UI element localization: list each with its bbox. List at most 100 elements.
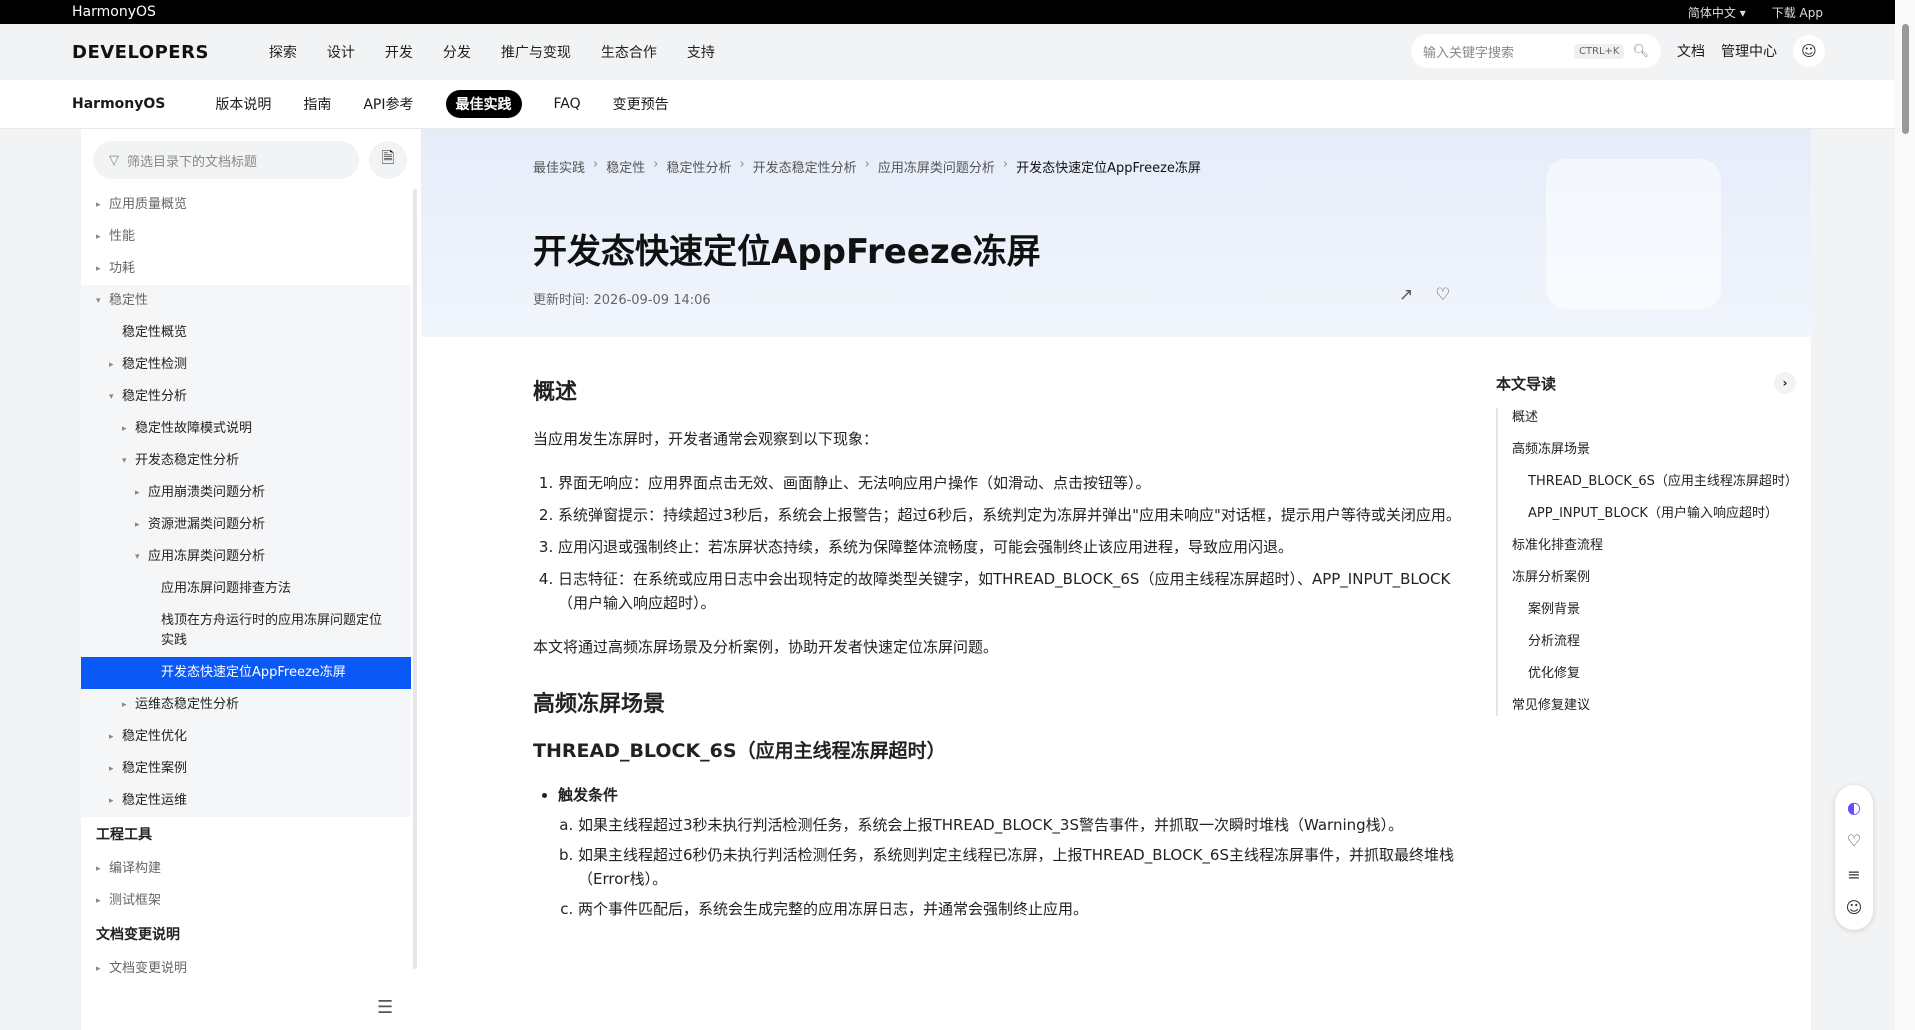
- sidebar-item[interactable]: ▸ 编译构建: [81, 853, 411, 885]
- nav-support[interactable]: 支持: [687, 42, 715, 62]
- nav-distribute[interactable]: 分发: [443, 42, 471, 62]
- breadcrumb-item[interactable]: 应用冻屏类问题分析: [878, 157, 995, 176]
- sidebar-item[interactable]: ▸ 文档变更说明: [81, 953, 411, 985]
- toc-item[interactable]: APP_INPUT_BLOCK（用户输入响应超时）: [1512, 504, 1796, 524]
- sidebar-item[interactable]: ▸ 资源泄漏类问题分析: [81, 509, 411, 541]
- sidebar-section-title[interactable]: 工程工具: [81, 817, 411, 853]
- sidebar-item[interactable]: 开发态快速定位AppFreeze冻屏: [81, 657, 411, 689]
- breadcrumb-item[interactable]: 稳定性分析: [666, 157, 731, 176]
- nav-design[interactable]: 设计: [327, 42, 355, 62]
- share-icon[interactable]: ↗: [1399, 285, 1413, 305]
- feedback-icon[interactable]: ♡: [1847, 831, 1861, 850]
- tab-api-reference[interactable]: API参考: [363, 94, 413, 114]
- toc-item[interactable]: 常见修复建议: [1512, 696, 1796, 716]
- docs-link[interactable]: 文档: [1677, 41, 1705, 61]
- sidebar-item[interactable]: ▸ 稳定性检测: [81, 349, 411, 381]
- toc-item[interactable]: 概述: [1512, 408, 1796, 428]
- download-app-link[interactable]: 下载 App: [1772, 4, 1823, 21]
- sidebar-item[interactable]: ▸ 应用质量概览: [81, 189, 411, 221]
- sidebar-item[interactable]: ▾ 稳定性分析: [81, 381, 411, 413]
- toc-item[interactable]: 高频冻屏场景: [1512, 440, 1796, 460]
- developers-logo[interactable]: DEVELOPERS: [72, 42, 209, 63]
- subnav-brand[interactable]: HarmonyOS: [72, 96, 165, 112]
- sidebar-item[interactable]: ▾ 稳定性: [81, 285, 411, 317]
- sidebar-item[interactable]: ▸ 稳定性优化: [81, 721, 411, 753]
- layers-icon[interactable]: ≡: [1847, 865, 1860, 884]
- sidebar-item[interactable]: ▸ 稳定性故障模式说明: [81, 413, 411, 445]
- sidebar-item[interactable]: ▸ 功耗: [81, 253, 411, 285]
- breadcrumb-item[interactable]: 开发态稳定性分析: [753, 157, 857, 176]
- ai-assistant-icon[interactable]: ◐: [1847, 798, 1861, 817]
- sidebar-filter-input[interactable]: ▽ 筛选目录下的文档标题: [93, 141, 359, 179]
- chevron-down-icon[interactable]: ▾: [96, 285, 101, 317]
- tab-change-notice[interactable]: 变更预告: [613, 94, 669, 114]
- chevron-down-icon[interactable]: ▾: [135, 541, 140, 573]
- nav-develop[interactable]: 开发: [385, 42, 413, 62]
- chevron-down-icon[interactable]: ▾: [122, 445, 127, 477]
- sidebar-scrollbar[interactable]: [413, 189, 417, 969]
- tab-release-notes[interactable]: 版本说明: [215, 94, 271, 114]
- smile-icon[interactable]: ☺: [1846, 898, 1863, 917]
- list-item: 界面无响应：应用界面点击无效、画面静止、无法响应用户操作（如滑动、点击按钮等）。: [558, 471, 1473, 495]
- toc-item[interactable]: 分析流程: [1512, 632, 1796, 652]
- chevron-right-icon[interactable]: ›: [1774, 372, 1796, 394]
- sidebar-item[interactable]: 稳定性概览: [81, 317, 411, 349]
- chevron-right-icon[interactable]: ▸: [96, 221, 101, 253]
- chevron-down-icon[interactable]: ▾: [109, 381, 114, 413]
- tab-guide[interactable]: 指南: [303, 94, 331, 114]
- search-icon[interactable]: 🔍︎: [1632, 44, 1649, 59]
- sidebar-item[interactable]: ▸ 运维态稳定性分析: [81, 689, 411, 721]
- document-icon[interactable]: 🗎: [369, 141, 407, 179]
- chevron-right-icon[interactable]: ▸: [122, 689, 127, 721]
- console-link[interactable]: 管理中心: [1721, 41, 1777, 61]
- tab-faq[interactable]: FAQ: [554, 96, 581, 112]
- sidebar-item[interactable]: ▾ 应用冻屏类问题分析: [81, 541, 411, 573]
- sidebar-item[interactable]: ▸ 稳定性运维: [81, 785, 411, 817]
- chevron-right-icon[interactable]: ▸: [109, 721, 114, 753]
- chevron-right-icon[interactable]: ▸: [96, 253, 101, 285]
- chevron-right-icon[interactable]: ▸: [109, 785, 114, 817]
- breadcrumb: 最佳实践 › 稳定性 › 稳定性分析 › 开发态稳定性分析 › 应用冻屏类问题分析 › 开…: [533, 157, 1201, 176]
- sidebar-item[interactable]: ▾ 开发态稳定性分析: [81, 445, 411, 477]
- chevron-right-icon[interactable]: ▸: [96, 885, 101, 917]
- toc-item[interactable]: 案例背景: [1512, 600, 1796, 620]
- tab-best-practices[interactable]: 最佳实践: [445, 90, 522, 118]
- sidebar-item[interactable]: ▸ 稳定性案例: [81, 753, 411, 785]
- toc-item[interactable]: THREAD_BLOCK_6S（应用主线程冻屏超时）: [1512, 472, 1798, 492]
- chevron-right-icon[interactable]: ▸: [96, 953, 101, 985]
- nav-explore[interactable]: 探索: [269, 42, 297, 62]
- sidebar-item[interactable]: 应用冻屏问题排查方法: [81, 573, 411, 605]
- topbar-brand[interactable]: HarmonyOS: [72, 4, 156, 20]
- toc-item[interactable]: 优化修复: [1512, 664, 1796, 684]
- chevron-right-icon[interactable]: ▸: [135, 477, 140, 509]
- language-selector[interactable]: 简体中文 ▾: [1688, 4, 1746, 21]
- page-scrollbar[interactable]: [1895, 0, 1915, 1030]
- chevron-right-icon[interactable]: ▸: [109, 753, 114, 785]
- search-input[interactable]: 输入关键字搜索 CTRL+K 🔍︎: [1411, 34, 1661, 68]
- toc-item[interactable]: 冻屏分析案例: [1512, 568, 1796, 588]
- sidebar-section-title[interactable]: 文档变更说明: [81, 917, 411, 953]
- chevron-right-icon[interactable]: ▸: [135, 509, 140, 541]
- chevron-right-icon[interactable]: ▸: [96, 853, 101, 885]
- user-icon[interactable]: ☺: [1793, 35, 1825, 67]
- chevron-right-icon[interactable]: ▸: [122, 413, 127, 445]
- sidebar-item-label: 编译构建: [109, 861, 162, 876]
- sidebar-item-label: 应用质量概览: [109, 197, 188, 212]
- chevron-right-icon[interactable]: ▸: [96, 189, 101, 221]
- toc-item[interactable]: 标准化排查流程: [1512, 536, 1796, 556]
- filter-placeholder: 筛选目录下的文档标题: [127, 154, 258, 170]
- list-item: 系统弹窗提示：持续超过3秒后，系统会上报警告；超过6秒后，系统判定为冻屏并弹出"…: [558, 503, 1473, 527]
- breadcrumb-item[interactable]: 稳定性: [606, 157, 645, 176]
- chevron-right-icon[interactable]: ▸: [109, 349, 114, 381]
- sidebar-item-label: 稳定性故障模式说明: [135, 421, 253, 436]
- sidebar-item[interactable]: ▸ 应用崩溃类问题分析: [81, 477, 411, 509]
- nav-promote[interactable]: 推广与变现: [501, 42, 571, 62]
- collapse-sidebar-icon[interactable]: ☰: [377, 997, 393, 1018]
- heart-icon[interactable]: ♡: [1435, 285, 1450, 305]
- sidebar-item[interactable]: ▸ 性能: [81, 221, 411, 253]
- nav-ecosystem[interactable]: 生态合作: [601, 42, 657, 62]
- sidebar-item[interactable]: 栈顶在方舟运行时的应用冻屏问题定位实践: [81, 605, 411, 657]
- scrollbar-thumb[interactable]: [1902, 24, 1909, 134]
- breadcrumb-item[interactable]: 最佳实践: [533, 157, 585, 176]
- sidebar-item[interactable]: ▸ 测试框架: [81, 885, 411, 917]
